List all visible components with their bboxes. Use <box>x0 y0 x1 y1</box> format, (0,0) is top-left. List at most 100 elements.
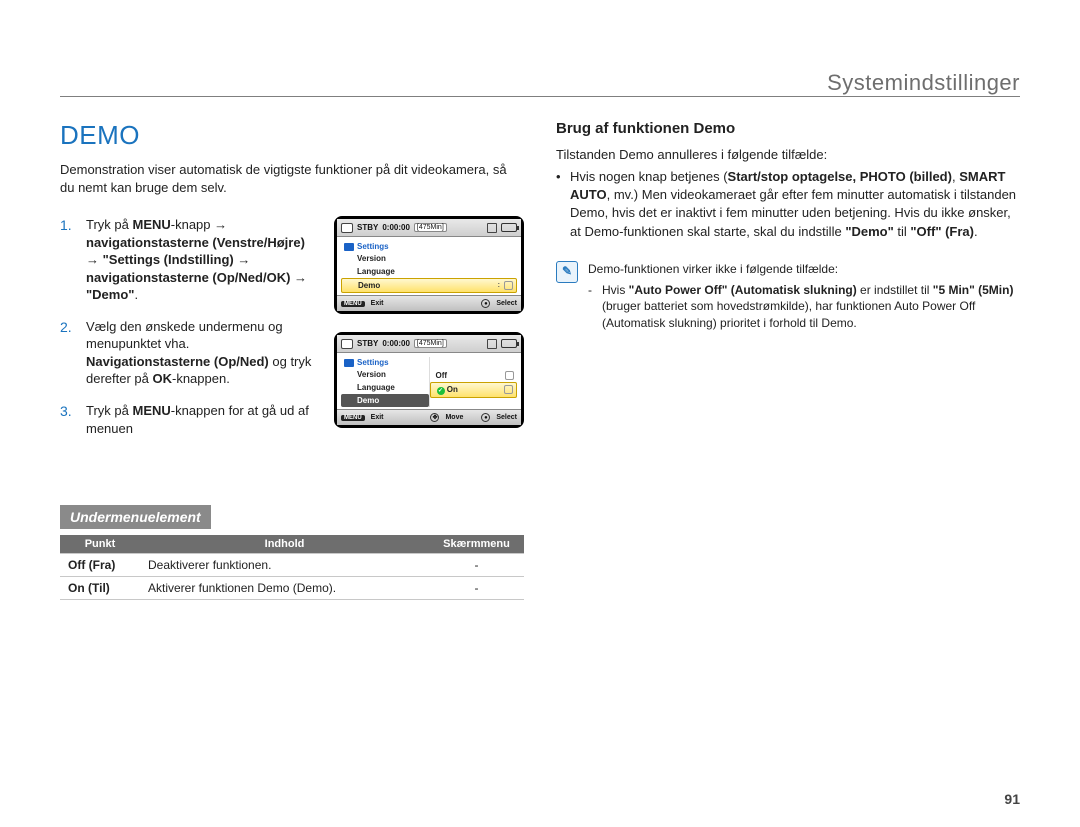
step-number: 2. <box>60 318 78 388</box>
text: "5 Min" (5Min) <box>933 283 1014 297</box>
battery-icon <box>501 339 517 348</box>
text: "Auto Power Off" (Automatisk slukning) <box>629 283 857 297</box>
screenshots: STBY 0:00:00 [475Min] Settings Version L… <box>334 216 524 475</box>
rec-time: 0:00:00 <box>382 339 410 348</box>
col-punkt: Punkt <box>60 535 140 554</box>
cell-indhold: Aktiverer funktionen Demo (Demo). <box>140 577 429 600</box>
arrow-icon: → <box>237 252 250 267</box>
list-item: Hvis "Auto Power Off" (Automatisk slukni… <box>588 282 1020 332</box>
note-lead: Demo-funktionen virker ikke i følgende t… <box>588 262 838 276</box>
card-icon <box>487 223 497 233</box>
stby-label: STBY <box>357 223 378 232</box>
camera-screen-1: STBY 0:00:00 [475Min] Settings Version L… <box>334 216 524 314</box>
use-lead: Tilstanden Demo annulleres i følgende ti… <box>556 147 1020 162</box>
submenu-table: Punkt Indhold Skærmmenu Off (Fra) Deakti… <box>60 535 524 600</box>
camera-screen-2: STBY 0:00:00 [475Min] Settings Version <box>334 332 524 428</box>
nav-keys-label: navigationstasterne (Venstre/Højre) <box>86 235 305 250</box>
step-1: 1. Tryk på MENU-knapp → navigationstaste… <box>60 216 318 304</box>
menu-item-language: Language <box>341 265 517 278</box>
camera-mode-icon <box>341 223 353 233</box>
nav-keys-label: Navigationstasterne (Op/Ned) <box>86 354 269 369</box>
arrow-icon: → <box>214 217 227 232</box>
text: Hvis <box>602 283 629 297</box>
stby-label: STBY <box>357 339 378 348</box>
card-icon <box>487 339 497 349</box>
intro-paragraph: Demonstration viser automatisk de vigtig… <box>60 161 524 196</box>
text: til <box>894 224 911 239</box>
option-icon <box>504 385 513 394</box>
text: "Demo" <box>845 224 893 239</box>
text: "Off" (Fra) <box>910 224 974 239</box>
option-off: Off <box>430 369 518 382</box>
option-icon <box>504 281 513 290</box>
nav-keys-label: navigationstasterne (Op/Ned/OK) <box>86 270 290 285</box>
page-title: DEMO <box>60 120 524 151</box>
demo-label: "Demo" <box>86 287 134 302</box>
nav-button-icon: ✥ <box>430 413 439 422</box>
remaining-time: [475Min] <box>414 223 447 232</box>
text: -knapp <box>171 217 214 232</box>
menu-tag: MENU <box>341 301 365 307</box>
menu-item-version: Version <box>341 368 429 381</box>
step-number: 3. <box>60 402 78 437</box>
settings-heading: Settings <box>341 241 517 252</box>
use-heading: Brug af funktionen Demo <box>556 120 1020 137</box>
select-label: Select <box>496 414 517 421</box>
text: . <box>974 224 978 239</box>
text: -knappen. <box>172 371 230 386</box>
battery-icon <box>501 223 517 232</box>
menu-item-demo-active: Demo <box>341 394 429 407</box>
note-dash-list: Hvis "Auto Power Off" (Automatisk slukni… <box>588 282 1020 332</box>
select-label: Select <box>496 300 517 307</box>
col-skaermmenu: Skærmmenu <box>429 535 524 554</box>
step-3: 3. Tryk på MENU-knappen for at gå ud af … <box>60 402 318 437</box>
arrow-icon: → <box>294 270 307 285</box>
text: Tryk på <box>86 217 132 232</box>
settings-label: "Settings (Indstilling) <box>99 252 237 267</box>
manual-page: Systemindstillinger DEMO Demonstration v… <box>0 0 1080 827</box>
camera-footer: MENU Exit ✥ Move ● Select <box>337 409 521 425</box>
cancel-cases: Hvis nogen knap betjenes (Start/stop opt… <box>556 168 1020 241</box>
text: Vælg den ønskede undermenu og menupunkte… <box>86 319 283 352</box>
camera-mode-icon <box>341 339 353 349</box>
text: Tryk på <box>86 403 132 418</box>
move-label: Move <box>445 414 463 421</box>
list-item: Hvis nogen knap betjenes (Start/stop opt… <box>556 168 1020 241</box>
rec-time: 0:00:00 <box>382 223 410 232</box>
table-row: On (Til) Aktiverer funktionen Demo (Demo… <box>60 577 524 600</box>
camera-status-bar: STBY 0:00:00 [475Min] <box>337 219 521 237</box>
ok-label: OK <box>153 371 173 386</box>
exit-label: Exit <box>371 300 384 307</box>
option-on-selected: ✓ On <box>430 382 518 398</box>
submenu-heading: Undermenuelement <box>60 505 211 529</box>
settings-heading: Settings <box>341 357 429 368</box>
note-icon: ✎ <box>556 261 578 283</box>
col-indhold: Indhold <box>140 535 429 554</box>
menu-item-language: Language <box>341 381 429 394</box>
columns: DEMO Demonstration viser automatisk de v… <box>60 120 1020 600</box>
check-icon: ✓ <box>437 387 445 395</box>
note-block: ✎ Demo-funktionen virker ikke i følgende… <box>556 261 1020 332</box>
cell-punkt: Off (Fra) <box>60 554 140 577</box>
text: . <box>134 287 138 302</box>
menu-label: MENU <box>132 217 170 232</box>
left-column: DEMO Demonstration viser automatisk de v… <box>60 120 524 600</box>
cell-skaermmenu: - <box>429 577 524 600</box>
page-number: 91 <box>1004 791 1020 807</box>
header-rule <box>60 96 1020 97</box>
step-2: 2. Vælg den ønskede undermenu og menupun… <box>60 318 318 388</box>
text: er indstillet til <box>857 283 933 297</box>
menu-item-version: Version <box>341 252 517 265</box>
section-header: Systemindstillinger <box>827 70 1020 96</box>
menu-item-demo-selected: Demo: <box>341 278 517 293</box>
table-row: Off (Fra) Deaktiverer funktionen. - <box>60 554 524 577</box>
camera-status-bar: STBY 0:00:00 [475Min] <box>337 335 521 353</box>
option-icon <box>505 371 514 380</box>
cell-skaermmenu: - <box>429 554 524 577</box>
text: Start/stop optagelse, PHOTO (billed) <box>728 169 952 184</box>
menu-label: MENU <box>132 403 170 418</box>
remaining-time: [475Min] <box>414 339 447 348</box>
note-body: Demo-funktionen virker ikke i følgende t… <box>588 261 1020 332</box>
arrow-icon: → <box>86 252 99 267</box>
center-button-icon: ● <box>481 299 490 308</box>
